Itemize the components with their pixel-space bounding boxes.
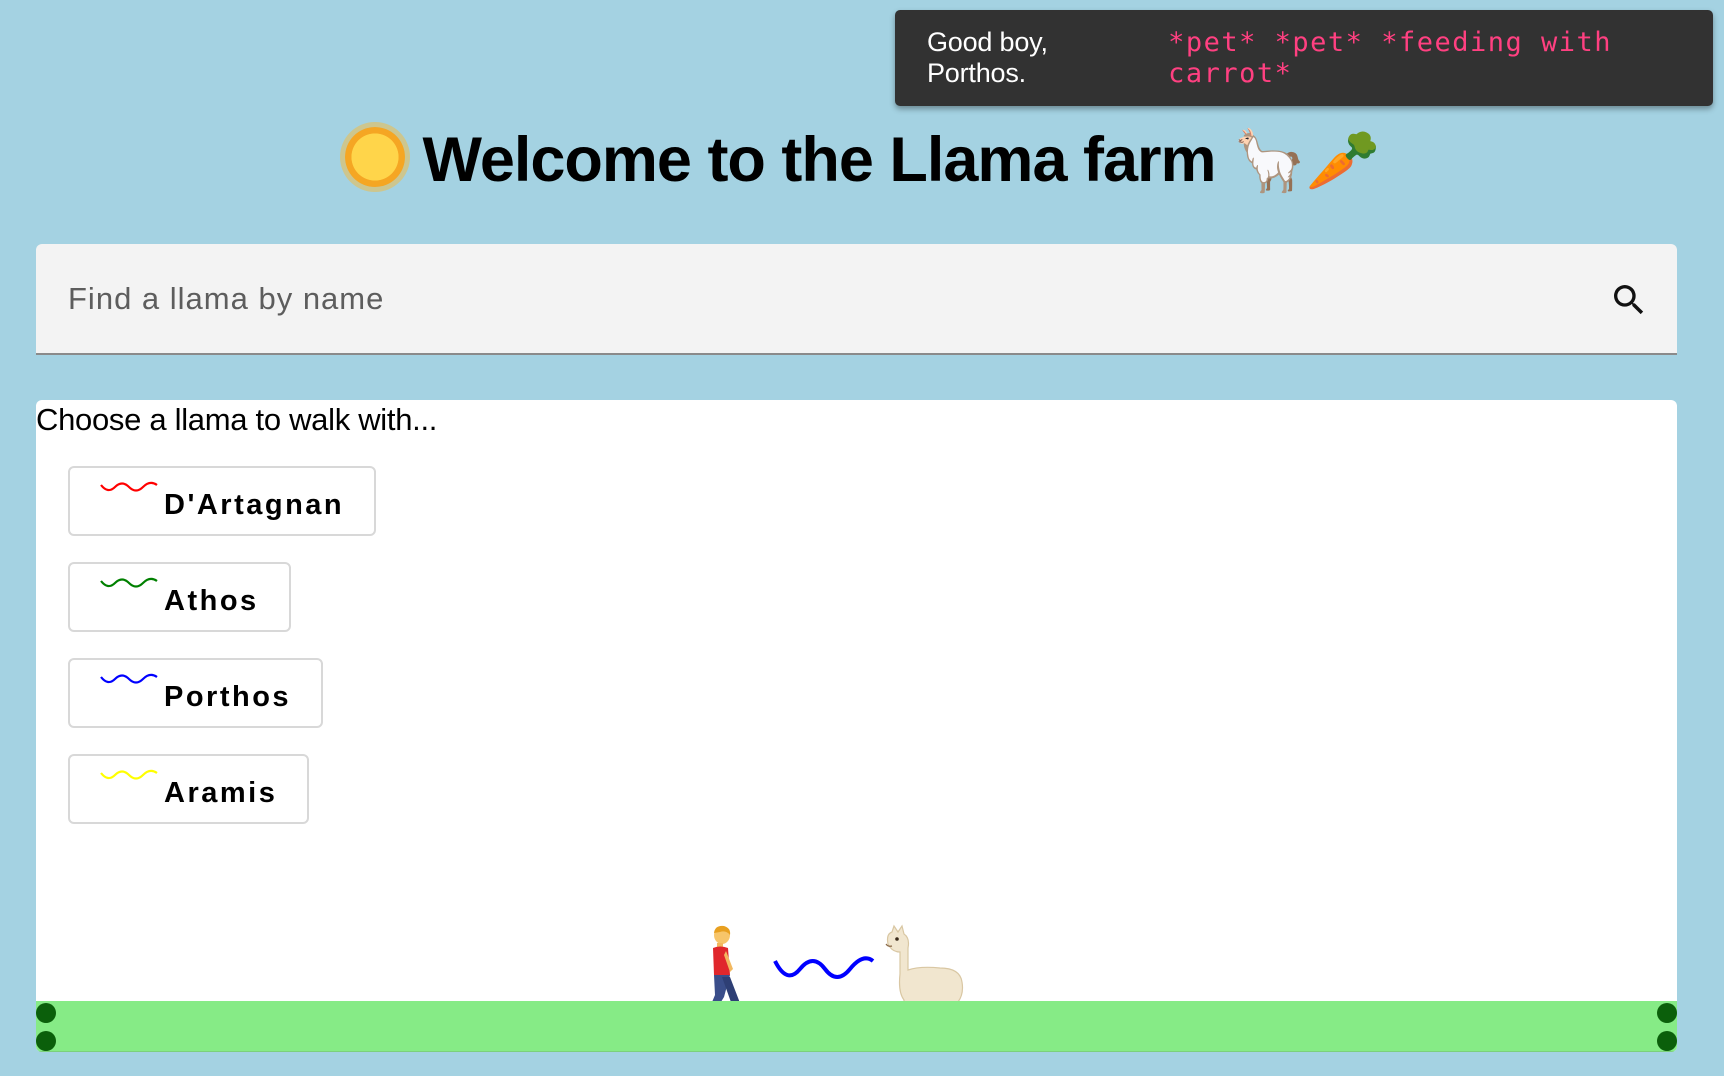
ground-strip <box>36 1001 1677 1052</box>
wave-icon <box>100 673 158 684</box>
snackbar-action[interactable]: *pet* *pet* *feeding with carrot* <box>1168 27 1713 89</box>
search-input[interactable] <box>68 244 1568 353</box>
snackbar-message: Good boy, Porthos. <box>927 27 1048 88</box>
wave-icon <box>100 577 158 588</box>
search-field <box>36 244 1677 355</box>
llama-button-label: Athos <box>164 584 259 617</box>
llama-button-aramis[interactable]: Aramis <box>68 754 310 824</box>
llama-button-label: D'Artagnan <box>164 488 345 521</box>
llama-button-porthos[interactable]: Porthos <box>68 658 324 728</box>
leash-wave <box>773 956 875 979</box>
llama-button-dartagnan[interactable]: D'Artagnan <box>68 466 377 536</box>
llama-button-athos[interactable]: Athos <box>68 562 291 632</box>
page-title: Welcome to the Llama farm 🦙🥕 <box>0 118 1724 203</box>
wave-icon <box>100 769 158 780</box>
ground-marker-dot <box>1657 1003 1677 1023</box>
llama-button-label: Aramis <box>164 776 278 809</box>
snackbar: Good boy, Porthos. *pet* *pet* *feeding … <box>895 10 1713 106</box>
ground-marker-dot <box>36 1031 56 1051</box>
sun-face-icon <box>344 127 405 187</box>
ground-marker-dot <box>1657 1031 1677 1051</box>
ground-marker-dot <box>36 1003 56 1023</box>
llama-selection-card: Choose a llama to walk with... D'Artagna… <box>36 400 1677 1052</box>
search-icon[interactable] <box>1609 280 1649 320</box>
llama-carrot-emoji: 🦙🥕 <box>1232 127 1380 194</box>
wave-icon <box>100 481 158 492</box>
llama-button-label: Porthos <box>164 680 292 713</box>
choose-llama-prompt: Choose a llama to walk with... <box>36 402 438 437</box>
page-title-text: Welcome to the Llama farm <box>422 125 1217 195</box>
